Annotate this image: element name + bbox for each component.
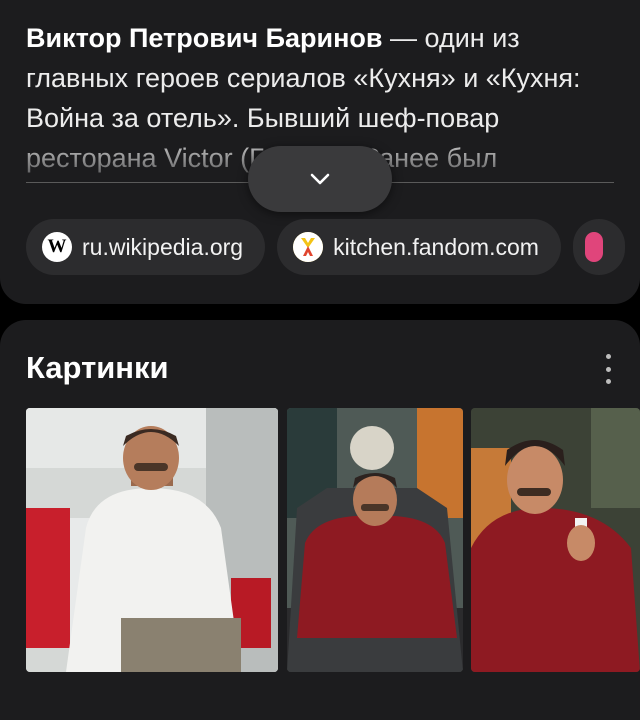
expand-button[interactable] [248, 146, 392, 212]
source-chip-fandom[interactable]: kitchen.fandom.com [277, 219, 561, 275]
source-chips: W ru.wikipedia.org kitchen.fandom.com [26, 219, 625, 277]
image-thumbnail-3[interactable] [471, 408, 640, 672]
snippet-name: Виктор Петрович Баринов [26, 23, 383, 53]
source-chip-wikipedia[interactable]: W ru.wikipedia.org [26, 219, 266, 275]
source-chip-more[interactable] [572, 219, 625, 275]
image-thumbnail-2[interactable] [287, 408, 463, 672]
source-label: ru.wikipedia.org [82, 233, 244, 260]
images-card: Картинки [0, 320, 640, 720]
wikipedia-icon: W [42, 232, 72, 262]
site-icon [584, 232, 603, 262]
source-label: kitchen.fandom.com [333, 233, 539, 260]
images-title: Картинки [26, 350, 169, 385]
image-thumbnail-1[interactable] [26, 408, 278, 672]
answer-card: Виктор Петрович Баринов — один из главны… [0, 0, 640, 304]
chevron-down-icon [310, 173, 330, 185]
more-vertical-icon[interactable] [598, 354, 618, 384]
fandom-icon [293, 232, 324, 262]
